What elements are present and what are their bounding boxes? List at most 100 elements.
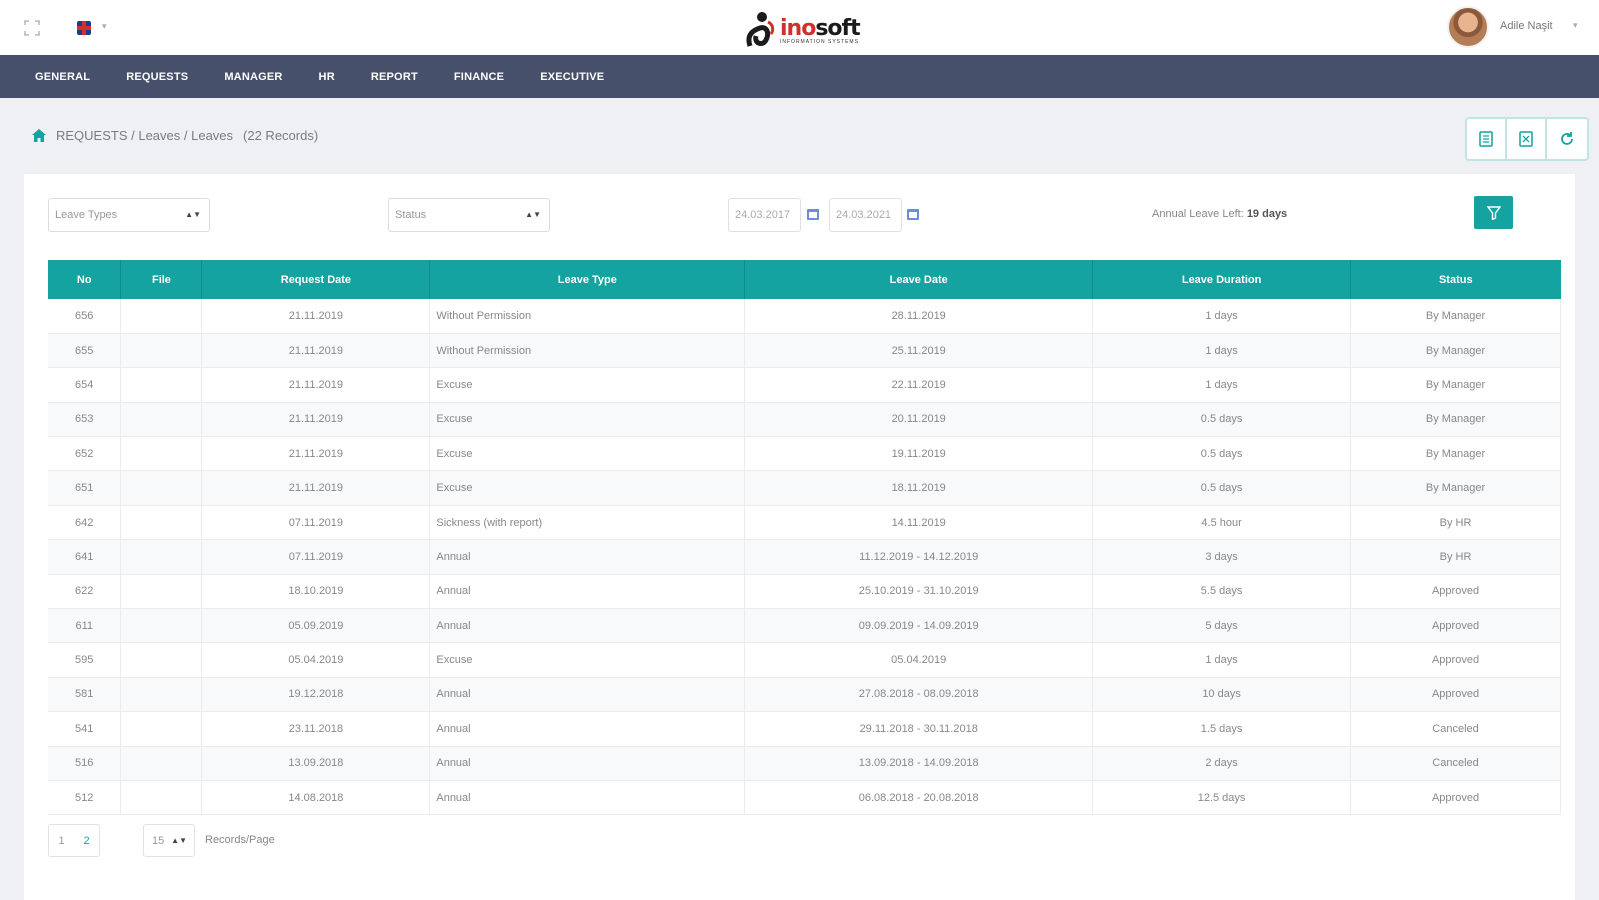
cell-leave-date: 22.11.2019 xyxy=(744,367,1094,403)
logo-tagline: INFORMATION SYSTEMS xyxy=(780,39,859,45)
export-icon xyxy=(1519,131,1533,147)
cell-leave-duration: 10 days xyxy=(1092,677,1352,713)
table-row[interactable]: 512 14.08.2018 Annual 06.08.2018 - 20.08.20… xyxy=(48,780,1561,816)
col-header-status[interactable]: Status xyxy=(1350,260,1561,299)
company-logo: inosoft INFORMATION SYSTEMS xyxy=(740,8,861,48)
cell-request-date: 07.11.2019 xyxy=(201,539,431,575)
table-row[interactable]: 541 23.11.2018 Annual 29.11.2018 - 30.11.20… xyxy=(48,711,1561,747)
nav-executive[interactable]: EXECUTIVE xyxy=(540,71,604,83)
cell-no: 654 xyxy=(48,367,122,403)
nav-manager[interactable]: MANAGER xyxy=(224,71,282,83)
cell-file xyxy=(120,299,203,334)
per-page-select[interactable]: 15 ▲▼ xyxy=(143,824,195,857)
cell-leave-date: 27.08.2018 - 08.09.2018 xyxy=(744,677,1094,713)
nav-report[interactable]: REPORT xyxy=(371,71,418,83)
top-bar: ▾ inosoft INFORMATION SYSTEMS Adile Naşi… xyxy=(0,0,1599,55)
col-header-leave-duration[interactable]: Leave Duration xyxy=(1092,260,1352,299)
cell-no: 656 xyxy=(48,299,122,334)
pagination: 1 2 xyxy=(48,824,100,857)
cell-status: By Manager xyxy=(1350,299,1561,334)
table-row[interactable]: 653 21.11.2019 Excuse 20.11.2019 0.5 days By … xyxy=(48,402,1561,438)
page-1[interactable]: 1 xyxy=(49,825,74,856)
cell-leave-type: Without Permission xyxy=(429,333,746,369)
excel-icon xyxy=(1479,131,1493,147)
status-select[interactable]: Status ▲▼ xyxy=(388,198,550,232)
cell-status: By Manager xyxy=(1350,333,1561,369)
refresh-button[interactable] xyxy=(1547,119,1587,159)
language-caret-icon[interactable]: ▾ xyxy=(102,21,107,32)
cell-leave-type: Annual xyxy=(429,608,746,644)
cell-request-date: 21.11.2019 xyxy=(201,436,431,472)
leave-types-select[interactable]: Leave Types ▲▼ xyxy=(48,198,210,232)
date-to-input[interactable]: 24.03.2021 xyxy=(829,198,902,232)
language-flag-icon[interactable] xyxy=(77,21,91,35)
table-header-row: No File Request Date Leave Type Leave Da… xyxy=(48,260,1561,299)
table-row[interactable]: 641 07.11.2019 Annual 11.12.2019 - 14.12.20… xyxy=(48,539,1561,575)
cell-leave-type: Excuse xyxy=(429,470,746,506)
col-header-leave-type[interactable]: Leave Type xyxy=(429,260,746,299)
table-row[interactable]: 611 05.09.2019 Annual 09.09.2019 - 14.09.20… xyxy=(48,608,1561,644)
table-row[interactable]: 651 21.11.2019 Excuse 18.11.2019 0.5 days By … xyxy=(48,470,1561,506)
table-row[interactable]: 654 21.11.2019 Excuse 22.11.2019 1 days By Ma… xyxy=(48,367,1561,403)
cell-status: Approved xyxy=(1350,780,1561,816)
cell-file xyxy=(120,367,203,403)
table-row[interactable]: 642 07.11.2019 Sickness (with report) 14.11… xyxy=(48,505,1561,541)
cell-leave-type: Excuse xyxy=(429,402,746,438)
logo-text: inosoft xyxy=(780,15,861,41)
cell-leave-date: 05.04.2019 xyxy=(744,642,1094,678)
table-row[interactable]: 516 13.09.2018 Annual 13.09.2018 - 14.09.20… xyxy=(48,746,1561,781)
cell-leave-date: 06.08.2018 - 20.08.2018 xyxy=(744,780,1094,816)
cell-request-date: 21.11.2019 xyxy=(201,367,431,403)
user-menu-caret-icon[interactable]: ▾ xyxy=(1573,20,1578,31)
nav-requests[interactable]: REQUESTS xyxy=(126,71,188,83)
table-row[interactable]: 581 19.12.2018 Annual 27.08.2018 - 08.09.20… xyxy=(48,677,1561,713)
breadcrumb-path[interactable]: REQUESTS / Leaves / Leaves xyxy=(56,128,233,143)
cell-status: By Manager xyxy=(1350,470,1561,506)
user-avatar[interactable] xyxy=(1447,6,1489,48)
cell-file xyxy=(120,402,203,438)
table-row[interactable]: 652 21.11.2019 Excuse 19.11.2019 0.5 days By … xyxy=(48,436,1561,472)
cell-leave-type: Excuse xyxy=(429,367,746,403)
table-row[interactable]: 595 05.04.2019 Excuse 05.04.2019 1 days Appro… xyxy=(48,642,1561,678)
filter-button[interactable] xyxy=(1474,196,1513,229)
fullscreen-icon[interactable] xyxy=(24,20,40,36)
cell-leave-duration: 1.5 days xyxy=(1092,711,1352,747)
nav-finance[interactable]: FINANCE xyxy=(454,71,504,83)
page-2[interactable]: 2 xyxy=(74,825,99,856)
date-from-input[interactable]: 24.03.2017 xyxy=(728,198,801,232)
cell-file xyxy=(120,746,203,781)
cell-file xyxy=(120,470,203,506)
cell-leave-type: Without Permission xyxy=(429,299,746,334)
cell-leave-duration: 1 days xyxy=(1092,299,1352,334)
home-icon[interactable] xyxy=(32,129,46,142)
cell-status: By HR xyxy=(1350,505,1561,541)
col-header-request-date[interactable]: Request Date xyxy=(201,260,431,299)
cell-request-date: 21.11.2019 xyxy=(201,333,431,369)
cell-leave-duration: 1 days xyxy=(1092,367,1352,403)
excel-button[interactable] xyxy=(1467,119,1507,159)
nav-general[interactable]: GENERAL xyxy=(35,71,90,83)
user-name[interactable]: Adile Naşit xyxy=(1500,20,1553,32)
export-button[interactable] xyxy=(1507,119,1547,159)
table-row[interactable]: 622 18.10.2019 Annual 25.10.2019 - 31.10.20… xyxy=(48,574,1561,610)
cell-leave-date: 19.11.2019 xyxy=(744,436,1094,472)
calendar-icon[interactable] xyxy=(806,207,820,221)
annual-leave-label: Annual Leave Left: xyxy=(1152,208,1244,220)
cell-leave-date: 28.11.2019 xyxy=(744,299,1094,334)
cell-file xyxy=(120,333,203,369)
col-header-file[interactable]: File xyxy=(120,260,203,299)
cell-leave-duration: 1 days xyxy=(1092,333,1352,369)
col-header-leave-date[interactable]: Leave Date xyxy=(744,260,1094,299)
nav-hr[interactable]: HR xyxy=(319,71,335,83)
cell-leave-duration: 0.5 days xyxy=(1092,436,1352,472)
col-header-no[interactable]: No xyxy=(48,260,122,299)
cell-leave-type: Annual xyxy=(429,677,746,713)
cell-leave-date: 14.11.2019 xyxy=(744,505,1094,541)
table-row[interactable]: 656 21.11.2019 Without Permission 28.11.201… xyxy=(48,299,1561,334)
cell-leave-type: Annual xyxy=(429,574,746,610)
cell-request-date: 05.09.2019 xyxy=(201,608,431,644)
table-row[interactable]: 655 21.11.2019 Without Permission 25.11.201… xyxy=(48,333,1561,369)
cell-no: 512 xyxy=(48,780,122,816)
cell-file xyxy=(120,677,203,713)
calendar-icon[interactable] xyxy=(906,207,920,221)
